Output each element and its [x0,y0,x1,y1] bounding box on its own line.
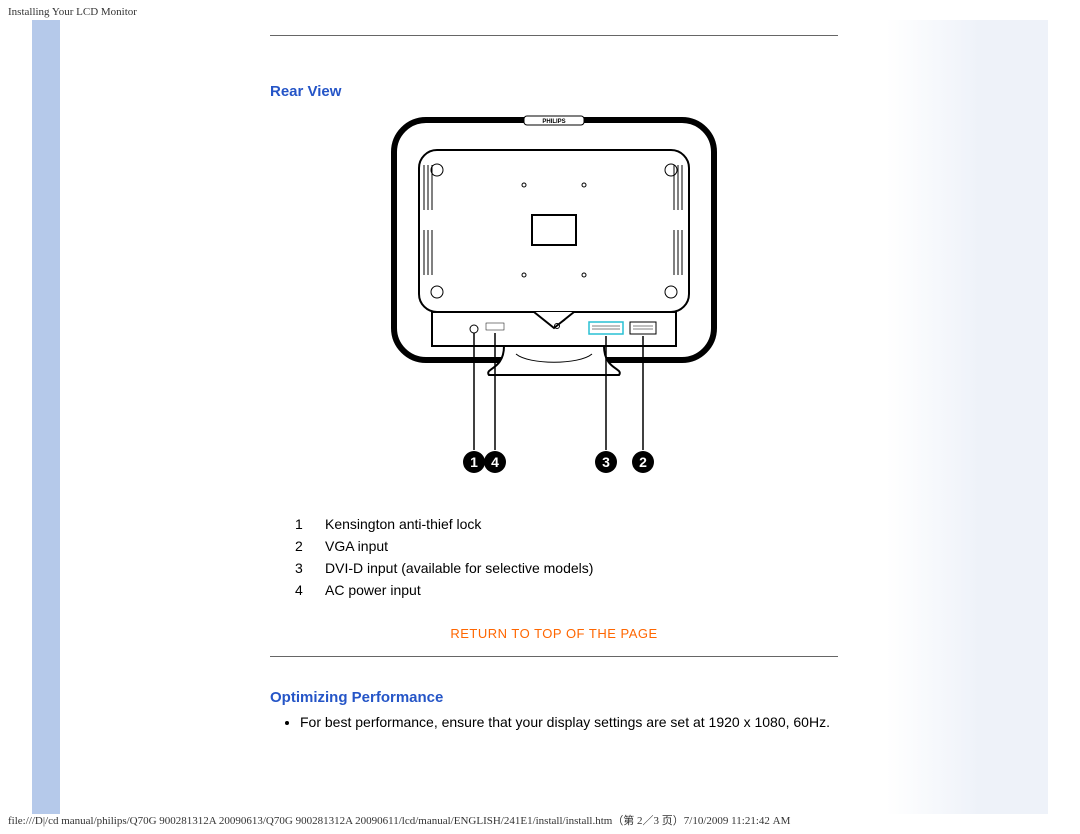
svg-text:4: 4 [491,454,499,470]
svg-text:2: 2 [639,454,647,470]
return-to-top-link[interactable]: RETURN TO TOP OF THE PAGE [270,626,838,641]
left-sidebar-stripe [32,20,60,814]
callout-4-icon: 4 [484,451,506,473]
callout-1-icon: 1 [463,451,485,473]
legend-row: 4 AC power input [295,579,603,601]
document-title: Installing Your LCD Monitor [8,6,137,18]
legend-text: AC power input [325,579,603,601]
optimizing-heading: Optimizing Performance [270,689,838,706]
section-rear-view: Rear View PHILIPS [60,51,878,641]
legend-text: Kensington anti-thief lock [325,513,603,535]
legend-row: 3 DVI-D input (available for selective m… [295,557,603,579]
rear-view-heading: Rear View [270,83,838,100]
right-margin-stripe [878,20,1048,814]
legend-num: 1 [295,513,325,535]
callout-3-icon: 3 [595,451,617,473]
legend-text: VGA input [325,535,603,557]
callout-2-icon: 2 [632,451,654,473]
optimizing-body: For best performance, ensure that your d… [60,714,878,730]
monitor-rear-diagram: PHILIPS [270,110,838,493]
divider-top [270,35,838,36]
svg-text:1: 1 [470,454,478,470]
legend-row: 1 Kensington anti-thief lock [295,513,603,535]
legend-num: 3 [295,557,325,579]
content-area: Rear View PHILIPS [32,20,1048,814]
svg-text:3: 3 [602,454,610,470]
legend-text: DVI-D input (available for selective mod… [325,557,603,579]
main-column: Rear View PHILIPS [60,20,878,814]
legend-num: 4 [295,579,325,601]
rear-view-legend: 1 Kensington anti-thief lock 2 VGA input… [295,513,603,601]
divider-mid [270,656,838,657]
legend-row: 2 VGA input [295,535,603,557]
section-optimizing-performance: Optimizing Performance [60,672,878,706]
legend-num: 2 [295,535,325,557]
footer-file-path: file:///D|/cd manual/philips/Q70G 900281… [8,812,790,828]
brand-label: PHILIPS [542,119,565,125]
optimizing-bullet: For best performance, ensure that your d… [300,714,838,730]
